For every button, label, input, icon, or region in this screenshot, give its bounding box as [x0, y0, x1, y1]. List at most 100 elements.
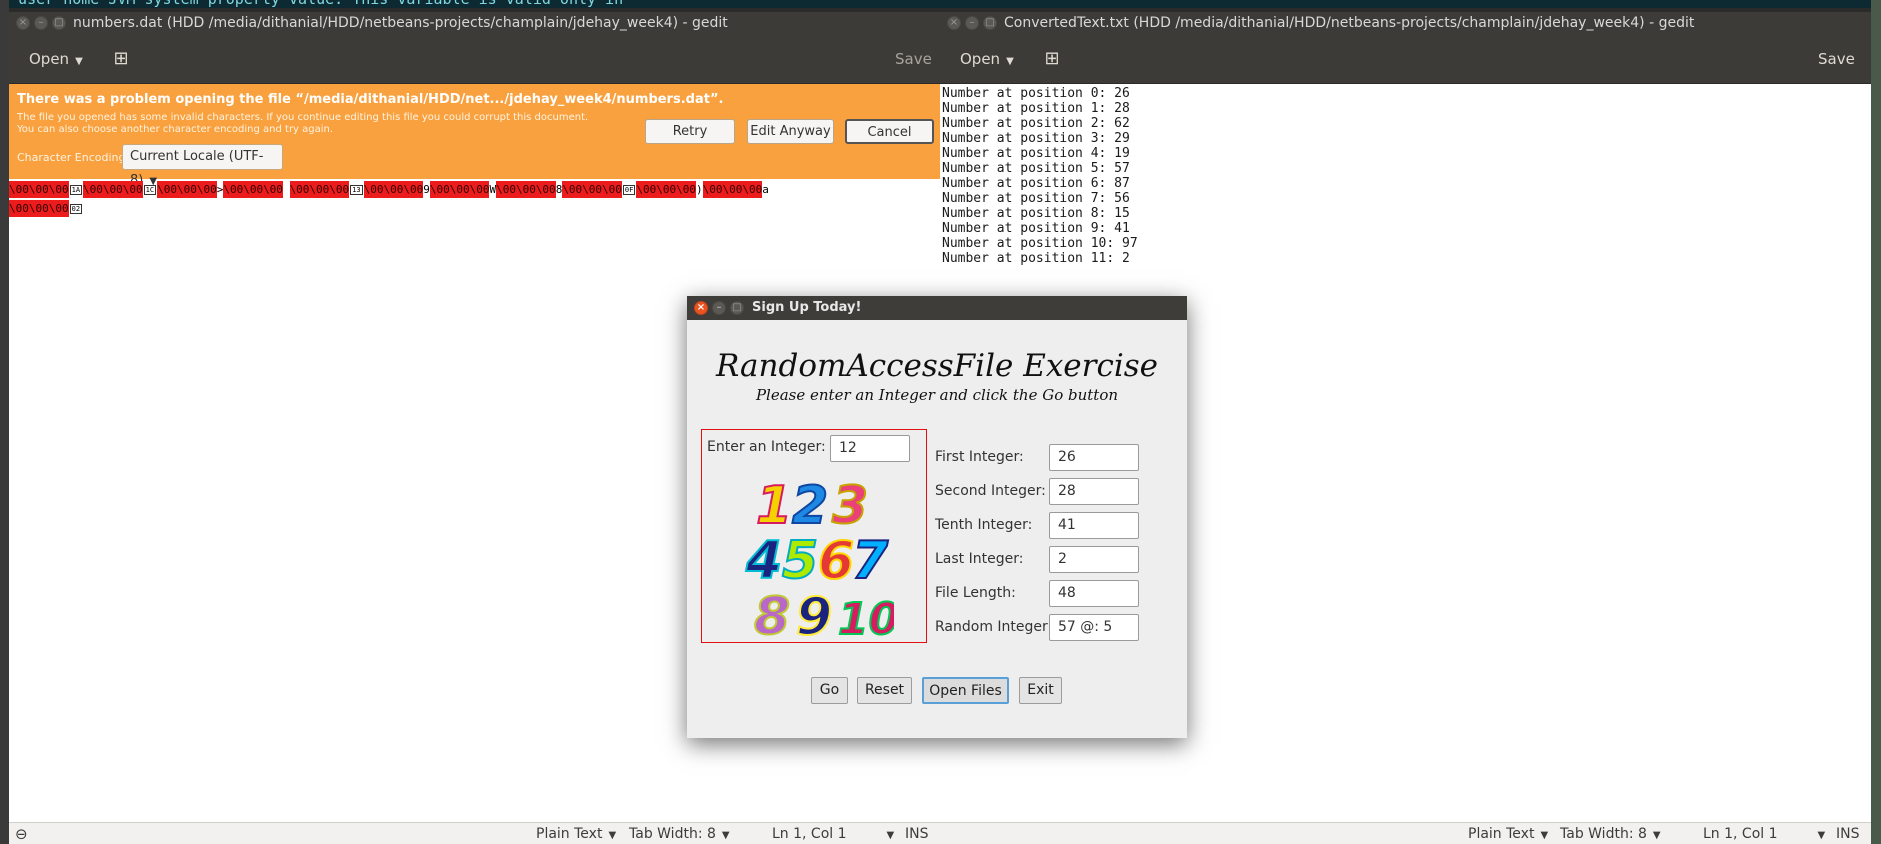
digit-graphic: 9 [796, 587, 832, 640]
minimize-icon[interactable]: – [712, 301, 726, 315]
field-value[interactable]: 2 [1049, 546, 1139, 573]
invalid-byte-glyph: 1C [143, 185, 157, 195]
cancel-button[interactable]: Cancel [845, 119, 934, 144]
tab-width-selector[interactable]: Tab Width: 8 ▼ [1560, 823, 1661, 844]
invalid-char-highlight: \00\00\00 [429, 181, 490, 198]
text-editor-area[interactable]: \00\00\00 1A \00\00\00 1C \00\00\00>\00\00\0… [9, 180, 940, 218]
field-label: Second Integer: [935, 483, 1046, 499]
chevron-down-icon: ▼ [1652, 830, 1661, 841]
desktop-left-edge [0, 0, 9, 844]
binary-line: \00\00\00 1A \00\00\00 1C \00\00\00>\00\00\0… [9, 180, 940, 199]
text-line: Number at position 0: 26 [942, 86, 1130, 101]
open-button[interactable]: Open ▼ [19, 44, 93, 74]
digit-graphic: 5 [782, 531, 818, 591]
open-label: Open [960, 50, 1001, 68]
new-document-icon[interactable]: ⊞ [1037, 44, 1067, 74]
integer-input[interactable]: 12 [830, 435, 910, 462]
text-char: 9 [423, 183, 430, 196]
new-document-icon[interactable]: ⊞ [106, 44, 136, 74]
open-label: Open [29, 50, 70, 68]
notification-icon[interactable]: ⊖ [15, 823, 28, 844]
invalid-char-highlight: \00\00\00 [157, 181, 217, 198]
invalid-char-highlight: \00\00\00 [562, 181, 622, 198]
close-icon[interactable]: × [16, 16, 30, 30]
minimize-icon[interactable]: – [965, 16, 979, 30]
digit-graphic: 3 [832, 476, 868, 536]
header-toolbar: Open ▼ ⊞ Save [940, 34, 1871, 84]
encoding-select[interactable]: Current Locale (UTF-8)▼ [122, 144, 283, 188]
input-panel: Enter an Integer: 12 1 2 3 4 5 6 7 8 9 10 [701, 429, 927, 643]
invalid-char-highlight: \00\00\00 [702, 181, 763, 198]
text-line: Number at position 6: 87 [942, 176, 1130, 191]
cursor-position-label: Ln 1, Col 1 [1703, 826, 1778, 842]
open-files-button[interactable]: Open Files [922, 677, 1009, 704]
text-char: a [762, 183, 769, 196]
save-button[interactable]: Save [1808, 44, 1865, 74]
digit-graphic: 6 [818, 531, 854, 591]
insert-mode[interactable]: INS [905, 823, 929, 844]
syntax-label: Plain Text [536, 826, 603, 842]
tab-width-label: Tab Width: 8 [1560, 826, 1647, 842]
invalid-byte-glyph: 0F [622, 185, 636, 195]
window-titlebar[interactable]: × – □ ConvertedText.txt (HDD /media/dith… [940, 12, 1871, 34]
text-line: Number at position 3: 29 [942, 131, 1130, 146]
close-icon[interactable]: × [947, 16, 961, 30]
text-char [283, 183, 290, 196]
reset-button[interactable]: Reset [857, 677, 912, 704]
edit-anyway-button[interactable]: Edit Anyway [747, 119, 834, 144]
field-value[interactable]: 48 [1049, 580, 1139, 607]
field-label: First Integer: [935, 449, 1024, 465]
text-editor-area[interactable]: Number at position 0: 26 Number at positi… [942, 86, 1138, 266]
dialog-titlebar[interactable]: × – □ Sign Up Today! [687, 296, 1187, 320]
chevron-down-icon: ▼ [75, 56, 83, 67]
text-line: Number at position 5: 57 [942, 161, 1130, 176]
maximize-icon[interactable]: □ [730, 301, 744, 315]
terminal-text: # user home JVM system property value. T… [0, 0, 623, 8]
save-button[interactable]: Save [885, 44, 942, 74]
invalid-char-highlight: \00\00\00 [496, 181, 556, 198]
field-value[interactable]: 26 [1049, 444, 1139, 471]
minimize-icon[interactable]: – [34, 16, 48, 30]
digit-graphic: 8 [754, 587, 790, 640]
chevron-down-icon: ▼ [608, 830, 617, 841]
field-value[interactable]: 28 [1049, 478, 1139, 505]
invalid-char-highlight: \00\00\00 [9, 200, 69, 217]
cursor-position[interactable]: Ln 1, Col 1 ▼ [772, 823, 894, 844]
syntax-selector[interactable]: Plain Text ▼ [1468, 823, 1548, 844]
cursor-position[interactable]: Ln 1, Col 1 ▼ [1703, 823, 1825, 844]
insert-mode[interactable]: INS [1836, 823, 1860, 844]
open-button[interactable]: Open ▼ [950, 44, 1024, 74]
digit-graphic: 7 [852, 531, 889, 591]
desktop-right-edge [1871, 0, 1881, 844]
chevron-down-icon: ▼ [1006, 56, 1014, 67]
field-label: Tenth Integer: [935, 517, 1033, 533]
chevron-down-icon: ▼ [1540, 830, 1549, 841]
window-titlebar[interactable]: × – □ numbers.dat (HDD /media/dithanial/… [9, 12, 940, 34]
go-button[interactable]: Go [811, 677, 848, 704]
error-infobar: There was a problem opening the file “/m… [9, 84, 940, 188]
retry-button[interactable]: Retry [645, 119, 735, 144]
invalid-char-highlight: \00\00\00 [83, 181, 143, 198]
chevron-down-icon: ▼ [886, 830, 895, 841]
text-line: Number at position 9: 41 [942, 221, 1130, 236]
dialog-title: Sign Up Today! [752, 300, 862, 315]
digit-graphic: 10 [838, 594, 894, 640]
dialog-heading: RandomAccessFile Exercise [715, 348, 1159, 384]
text-line: Number at position 8: 15 [942, 206, 1130, 221]
digit-graphic: 4 [745, 531, 782, 591]
maximize-icon[interactable]: □ [52, 16, 66, 30]
dialog-subheading: Please enter an Integer and click the Go… [755, 386, 1119, 404]
field-value[interactable]: 41 [1049, 512, 1139, 539]
syntax-selector[interactable]: Plain Text ▼ [536, 823, 616, 844]
field-value[interactable]: 57 @: 5 [1049, 614, 1139, 641]
exit-button[interactable]: Exit [1019, 677, 1062, 704]
field-label: File Length: [935, 585, 1016, 601]
field-label: Random Integer: [935, 619, 1053, 635]
infobar-message: The file you opened has some invalid cha… [17, 112, 588, 136]
maximize-icon[interactable]: □ [983, 16, 997, 30]
binary-line: \00\00\00 02 [9, 199, 940, 218]
close-icon[interactable]: × [694, 301, 708, 315]
tab-width-selector[interactable]: Tab Width: 8 ▼ [629, 823, 730, 844]
text-line: Number at position 2: 62 [942, 116, 1130, 131]
field-label: Last Integer: [935, 551, 1024, 567]
